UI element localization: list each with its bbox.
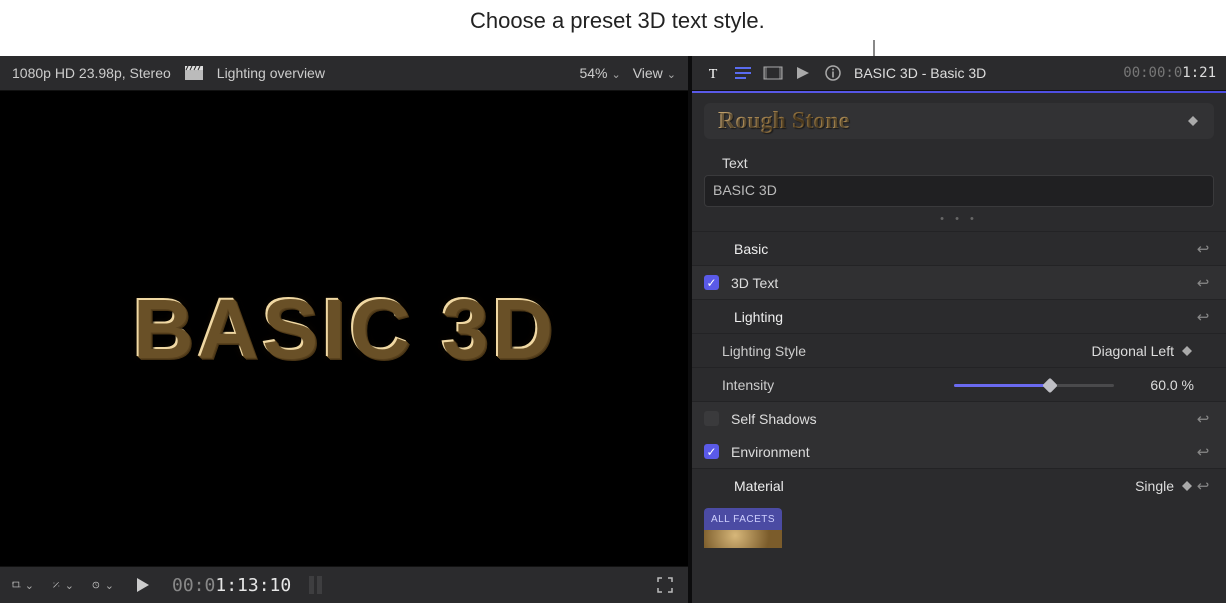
reset-icon[interactable]: ↩︎ [1194,240,1212,258]
play-icon[interactable] [132,577,154,593]
basic-group-header[interactable]: Basic ↩︎ [692,231,1226,265]
viewer-footer: ⌄ ⌄ ⌄ 00:01:13:10 [0,566,688,603]
app-window: 1080p HD 23.98p, Stereo Lighting overvie… [0,56,1226,603]
lighting-style-row: Lighting Style Diagonal Left ↩︎ [692,333,1226,367]
preset-style-popup[interactable]: Rough Stone [704,103,1214,139]
viewer-header: 1080p HD 23.98p, Stereo Lighting overvie… [0,56,688,91]
inspector-timecode: 00:00:01:21 [1123,65,1216,81]
material-swatch[interactable] [704,530,782,548]
reset-icon[interactable]: ↩︎ [1194,308,1212,326]
stepper-icon [1180,481,1194,491]
preset-style-name: Rough Stone [718,108,849,135]
drag-handle-dots-icon[interactable]: • • • [692,213,1226,225]
self-shadows-checkbox[interactable] [704,411,719,426]
fullscreen-icon[interactable] [654,577,676,593]
intensity-row: Intensity 60.0 % ↩︎ [692,367,1226,401]
reset-icon[interactable]: ↩︎ [1194,274,1212,292]
inspector-accent-line [692,91,1226,93]
retime-tool-icon[interactable]: ⌄ [92,577,114,593]
viewer-canvas[interactable]: BASIC 3D [0,91,688,566]
callout-text: Choose a preset 3D text style. [470,8,765,34]
reset-icon[interactable]: ↩︎ [1194,443,1212,461]
zoom-menu[interactable]: 54%⌄ [579,65,620,81]
facets-section: ALL FACETS [704,508,1226,548]
environment-row[interactable]: Environment ↩︎ [692,435,1226,468]
material-group-header[interactable]: Material Single ↩︎ [692,468,1226,502]
paragraph-inspector-tab-icon[interactable] [732,64,754,82]
material-popup[interactable]: Single [1135,478,1194,494]
clip-name[interactable]: Lighting overview [217,65,325,81]
audio-meter [309,576,322,594]
canvas-3d-title[interactable]: BASIC 3D [132,280,556,377]
viewer-pane: 1080p HD 23.98p, Stereo Lighting overvie… [0,56,688,603]
title-text-field[interactable]: BASIC 3D [704,175,1214,207]
info-inspector-tab-icon[interactable] [822,64,844,82]
text-inspector-tab-icon[interactable]: T [702,64,724,82]
lighting-group-header[interactable]: Lighting ↩︎ [692,299,1226,333]
crop-tool-icon[interactable]: ⌄ [12,577,34,593]
inspector-pane: T BASIC 3D - Basic 3D 00:00:01:21 [692,56,1226,603]
three-d-text-row[interactable]: 3D Text ↩︎ [692,265,1226,299]
all-facets-tab[interactable]: ALL FACETS [704,508,782,530]
format-info: 1080p HD 23.98p, Stereo [12,65,171,81]
video-inspector-tab-icon[interactable] [762,64,784,82]
inspector-title: BASIC 3D - Basic 3D [854,65,1113,81]
svg-text:T: T [709,67,718,81]
inspector-header: T BASIC 3D - Basic 3D 00:00:01:21 [692,56,1226,91]
environment-checkbox[interactable] [704,444,719,459]
self-shadows-row[interactable]: Self Shadows ↩︎ [692,401,1226,435]
intensity-label: Intensity [704,377,922,393]
clapperboard-icon[interactable] [183,65,205,81]
three-d-text-checkbox[interactable] [704,275,719,290]
generator-inspector-tab-icon[interactable] [792,64,814,82]
intensity-value[interactable]: 60.0 % [1124,377,1194,393]
viewer-timecode[interactable]: 00:01:13:10 [172,575,291,596]
intensity-slider[interactable] [954,378,1114,392]
text-section-label: Text [692,147,1226,175]
stepper-icon [1180,346,1194,356]
lighting-style-popup[interactable]: Diagonal Left [1091,343,1194,359]
reset-icon[interactable]: ↩︎ [1194,477,1212,495]
enhance-tool-icon[interactable]: ⌄ [52,577,74,593]
view-menu[interactable]: View⌄ [633,65,676,81]
lighting-style-label: Lighting Style [704,343,922,359]
stepper-icon [1186,116,1200,126]
reset-icon[interactable]: ↩︎ [1194,410,1212,428]
